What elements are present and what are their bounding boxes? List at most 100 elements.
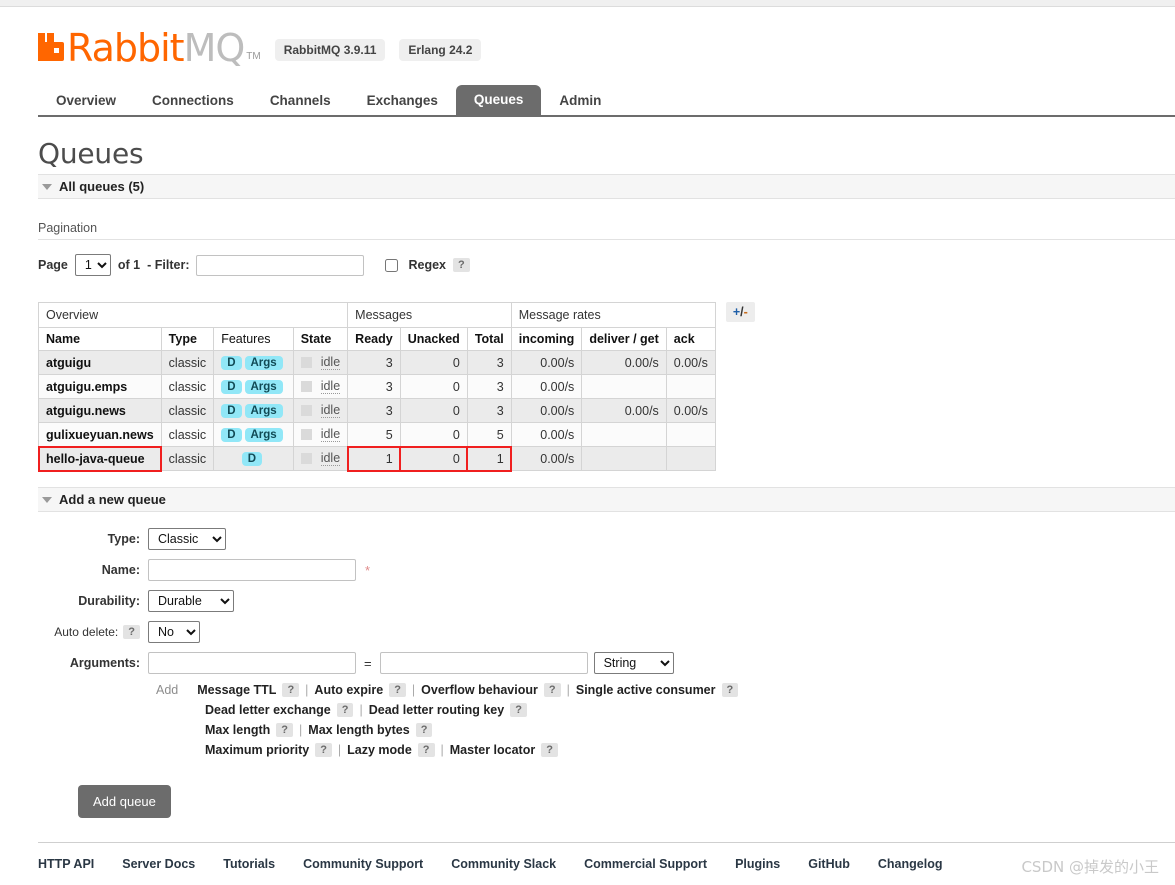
type-select[interactable]: Classic <box>148 528 226 550</box>
cell-state: idle <box>292 374 349 399</box>
argument-preset-help-icon[interactable]: ? <box>276 723 294 737</box>
argument-value-input[interactable] <box>379 652 588 674</box>
table-row: atguigu.emps classic D Args idle 3 0 3 0.00/s <box>38 374 716 399</box>
name-label: Name: <box>101 563 140 577</box>
footer-link[interactable]: Community Slack <box>451 857 556 871</box>
argument-preset-link[interactable]: Master locator <box>450 743 535 757</box>
add-queue-form: Type: Classic Name: * Durability: Durabl… <box>38 528 1175 757</box>
cell-queue-name[interactable]: atguigu.emps <box>38 374 162 399</box>
col-type[interactable]: Type <box>160 327 215 351</box>
argument-preset-link[interactable]: Max length bytes <box>308 723 409 737</box>
tab-channels[interactable]: Channels <box>252 87 349 116</box>
rabbit-logo-icon <box>38 31 64 61</box>
tab-connections[interactable]: Connections <box>134 87 252 116</box>
argument-presets: Add Message TTL? | Auto expire? | Overflow be… <box>148 683 1175 757</box>
argument-preset-help-icon[interactable]: ? <box>510 703 527 717</box>
col-unacked[interactable]: Unacked <box>399 327 468 351</box>
cell-queue-name[interactable]: hello-java-queue <box>37 445 163 472</box>
filter-input[interactable] <box>196 254 365 276</box>
chevron-down-icon-addqueue[interactable] <box>42 496 52 503</box>
page-select[interactable]: 1 <box>74 254 111 276</box>
argument-preset-help-icon[interactable]: ? <box>282 683 300 697</box>
cell-features: D <box>213 446 294 471</box>
footer-link[interactable]: Commercial Support <box>584 857 707 871</box>
all-queues-section-header[interactable]: All queues (5) <box>38 174 1175 199</box>
regex-checkbox[interactable] <box>385 258 399 272</box>
argument-preset-help-icon[interactable]: ? <box>415 723 433 737</box>
col-features: Features <box>213 327 294 351</box>
argument-preset-help-icon[interactable]: ? <box>721 683 739 697</box>
argument-preset-link[interactable]: Dead letter routing key <box>369 703 504 717</box>
cell-ack <box>665 422 716 447</box>
argument-preset-link[interactable]: Auto expire <box>314 683 383 697</box>
feature-badge: Args <box>244 356 283 370</box>
footer-link[interactable]: Plugins <box>735 857 780 871</box>
cell-queue-name[interactable]: atguigu <box>38 350 162 375</box>
cell-features: D Args <box>213 398 294 423</box>
add-queue-button[interactable]: Add queue <box>78 785 171 818</box>
regex-help-icon[interactable]: ? <box>453 258 470 272</box>
argument-preset-link[interactable]: Max length <box>205 723 270 737</box>
table-column-header-row: Name Type Features State Ready Unacked T… <box>38 327 716 351</box>
cell-state: idle <box>292 350 349 375</box>
logo-text-rabbit: Rabbit <box>67 26 185 70</box>
argument-preset-link[interactable]: Dead letter exchange <box>205 703 331 717</box>
argument-preset-help-icon[interactable]: ? <box>315 743 332 757</box>
argument-key-input[interactable] <box>148 652 356 674</box>
separator: | <box>299 723 303 737</box>
col-ack[interactable]: ack <box>665 327 716 351</box>
autodelete-select[interactable]: No <box>148 621 200 643</box>
chevron-down-icon[interactable] <box>42 183 52 190</box>
durability-select[interactable]: Durable <box>148 590 234 612</box>
col-total[interactable]: Total <box>466 327 512 351</box>
tab-admin[interactable]: Admin <box>541 87 619 116</box>
cell-ready: 3 <box>347 350 401 375</box>
cell-type: classic <box>160 422 215 447</box>
add-queue-section-header[interactable]: Add a new queue <box>38 487 1175 512</box>
separator: | <box>440 743 444 757</box>
footer-link[interactable]: HTTP API <box>38 857 94 871</box>
queue-name-input[interactable] <box>148 559 356 581</box>
col-incoming[interactable]: incoming <box>510 327 583 351</box>
cell-queue-name[interactable]: atguigu.news <box>38 398 162 423</box>
argument-preset-link[interactable]: Lazy mode <box>347 743 412 757</box>
all-queues-label: All queues (5) <box>59 179 145 194</box>
pagination-controls: Page 1 of 1 - Filter: Regex ? <box>38 254 1175 276</box>
argument-preset-link[interactable]: Message TTL <box>197 683 276 697</box>
cell-deliver-get <box>581 374 667 399</box>
argument-type-select[interactable]: String <box>593 652 674 674</box>
argument-preset-help-icon[interactable]: ? <box>417 743 435 757</box>
col-name[interactable]: Name <box>38 327 162 351</box>
cell-ready: 3 <box>347 398 401 423</box>
footer-link[interactable]: GitHub <box>808 857 850 871</box>
argument-preset-link[interactable]: Maximum priority <box>205 743 309 757</box>
col-state[interactable]: State <box>292 327 349 351</box>
state-label: idle <box>320 451 341 466</box>
app-header: Rabbit MQ TM RabbitMQ 3.9.11 Erlang 24.2 <box>0 7 1175 67</box>
argument-preset-link[interactable]: Overflow behaviour <box>421 683 538 697</box>
pagination-subsection-title: Pagination <box>38 221 1175 240</box>
autodelete-help-icon[interactable]: ? <box>123 625 140 639</box>
argument-preset-help-icon[interactable]: ? <box>336 703 354 717</box>
toggle-columns-button[interactable]: +/- <box>725 302 755 322</box>
filter-label: - Filter: <box>147 258 190 272</box>
footer-link[interactable]: Changelog <box>878 857 943 871</box>
cell-queue-name[interactable]: gulixueyuan.news <box>38 422 162 447</box>
footer-link[interactable]: Server Docs <box>122 857 195 871</box>
queues-table-body: atguigu classic D Args idle 3 0 3 0.00/s 0.00/s 0.… <box>37 350 716 472</box>
footer-link[interactable]: Tutorials <box>223 857 275 871</box>
form-row-durability: Durability: Durable <box>38 590 1175 612</box>
argument-preset-help-icon[interactable]: ? <box>541 743 558 757</box>
argument-preset-help-icon[interactable]: ? <box>543 683 561 697</box>
argument-preset-link[interactable]: Single active consumer <box>576 683 716 697</box>
tab-exchanges[interactable]: Exchanges <box>349 87 456 116</box>
col-deliver-get[interactable]: deliver / get <box>581 327 667 351</box>
cell-state: idle <box>292 398 349 423</box>
tab-overview[interactable]: Overview <box>38 87 134 116</box>
argument-preset-help-icon[interactable]: ? <box>389 683 406 697</box>
cell-total: 3 <box>466 374 512 399</box>
tab-queues[interactable]: Queues <box>455 84 542 115</box>
argument-preset-line: Maximum priority? | Lazy mode? | Master loca… <box>156 743 1175 757</box>
col-ready[interactable]: Ready <box>347 327 401 351</box>
footer-link[interactable]: Community Support <box>303 857 423 871</box>
